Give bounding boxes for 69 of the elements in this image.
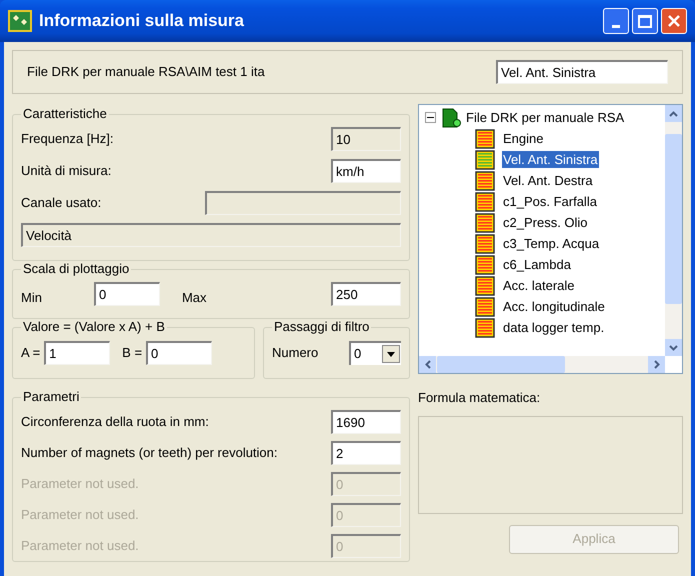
tree-item[interactable]: c3_Temp. Acqua [502, 235, 600, 252]
parameter-label: Parameter not used. [21, 537, 139, 556]
window-title: Informazioni sulla misura [39, 10, 244, 32]
input-field[interactable]: 250 [331, 282, 401, 306]
channel-icon [475, 254, 495, 274]
tree-item[interactable]: Acc. longitudinale [502, 298, 606, 315]
minimize-icon [612, 25, 620, 28]
channel-icon [475, 128, 495, 148]
scroll-thumb[interactable] [437, 356, 565, 373]
parameter-label: Circonferenza della ruota in mm: [21, 413, 209, 432]
formula-label: Formula matematica: [418, 389, 542, 407]
parameter-label: Parameter not used. [21, 506, 139, 524]
input-field[interactable]: 2 [331, 441, 401, 465]
file-icon [440, 108, 462, 128]
tree-item[interactable]: Engine [502, 130, 544, 147]
close-button[interactable] [661, 8, 687, 34]
app-icon [8, 10, 32, 32]
channel-icon [475, 170, 495, 190]
group-title: Valore = (Valore x A) + B [21, 319, 167, 335]
maximize-button[interactable] [632, 8, 658, 34]
input-field[interactable]: 0 [94, 282, 160, 306]
channel-icon [475, 192, 495, 212]
parameter-label: Parameter not used. [21, 475, 139, 494]
max-label: Max [182, 289, 207, 308]
input-field[interactable]: 0 [146, 341, 212, 365]
scroll-thumb[interactable] [665, 134, 682, 304]
group-title: Scala di plottaggio [21, 261, 132, 277]
parameter-label: Number of magnets (or teeth) per revolution: [21, 444, 278, 462]
input-field[interactable]: Velocità [21, 223, 401, 247]
close-icon [667, 14, 681, 28]
filter-dropdown[interactable]: 0 [349, 341, 401, 365]
vertical-scrollbar[interactable] [665, 105, 682, 356]
a-label: A = [21, 344, 40, 362]
tree-item[interactable]: Acc. laterale [502, 277, 576, 294]
input-field[interactable]: 1 [44, 341, 110, 365]
channel-icon [475, 212, 495, 232]
input-field[interactable]: 1690 [331, 410, 401, 434]
tree-item[interactable]: c2_Press. Olio [502, 214, 589, 231]
channel-icon [475, 150, 495, 170]
channel-icon [475, 318, 495, 338]
collapse-toggle[interactable] [425, 112, 436, 123]
tree-item[interactable]: Vel. Ant. Destra [502, 172, 594, 189]
tree-item[interactable]: Vel. Ant. Sinistra [502, 151, 599, 168]
input-field[interactable] [205, 191, 401, 215]
scroll-right-icon[interactable] [648, 356, 665, 373]
input-field[interactable]: km/h [331, 159, 401, 183]
input-field[interactable]: Vel. Ant. Sinistra [496, 60, 668, 84]
field-label: Canale usato: [21, 194, 102, 212]
channel-icon [475, 296, 495, 316]
channel-icon [475, 276, 495, 296]
tree-item[interactable]: data logger temp. [502, 319, 606, 336]
b-label: B = [122, 344, 142, 362]
group-title: Passaggi di filtro [272, 319, 372, 335]
scroll-left-icon[interactable] [419, 356, 436, 373]
channel-icon [475, 234, 495, 254]
minimize-button[interactable] [603, 8, 629, 34]
field-label: Frequenza [Hz]: [21, 130, 114, 148]
min-label: Min [21, 289, 42, 308]
filter-label: Numero [272, 344, 318, 362]
horizontal-scrollbar[interactable] [419, 356, 665, 373]
file-name: File DRK per manuale RSA\AIM test 1 ita [27, 63, 265, 82]
scroll-up-icon[interactable] [665, 105, 682, 122]
tree-item[interactable]: c1_Pos. Farfalla [502, 193, 598, 210]
input-field[interactable]: 10 [331, 127, 401, 151]
tree-item[interactable]: c6_Lambda [502, 256, 572, 273]
field-label: Unità di misura: [21, 162, 112, 180]
scroll-down-icon[interactable] [665, 339, 682, 356]
maximize-icon [638, 14, 652, 28]
tree-item[interactable]: File DRK per manuale RSA [466, 107, 624, 128]
